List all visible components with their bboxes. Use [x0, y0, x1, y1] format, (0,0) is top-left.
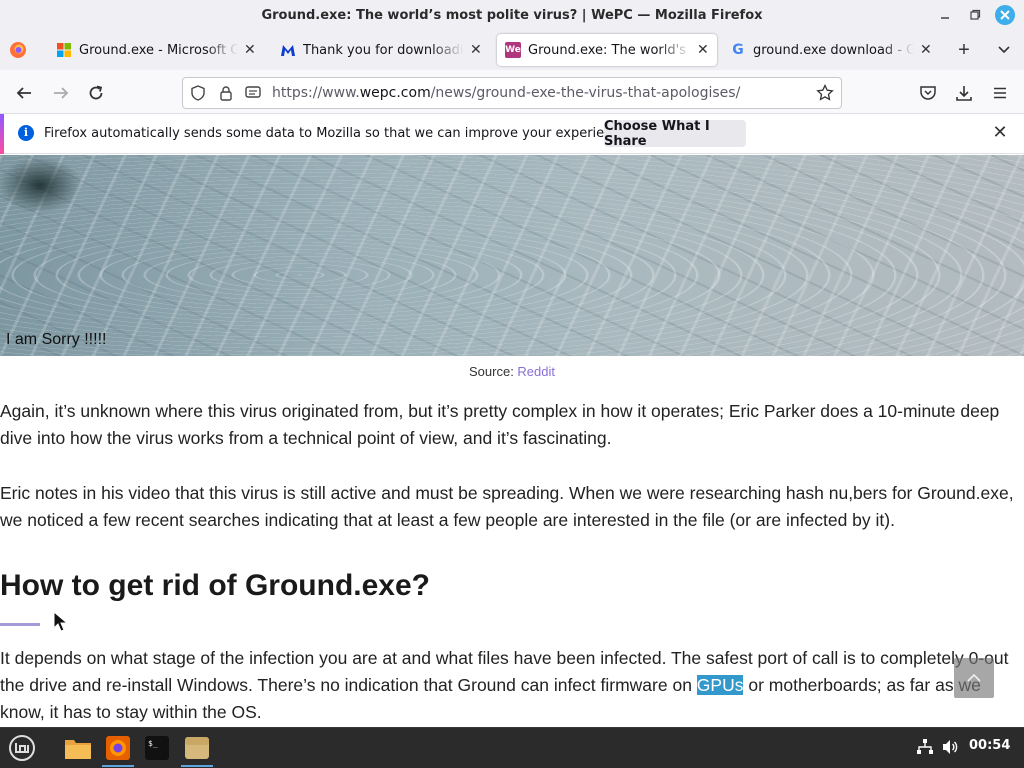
hamburger-menu-icon[interactable]: [987, 80, 1013, 106]
article-paragraph: Eric notes in his video that this virus …: [0, 483, 1014, 530]
maximize-icon[interactable]: [965, 5, 985, 25]
pocket-icon[interactable]: [915, 80, 941, 106]
article-image: I am Sorry !!!!!: [0, 155, 1024, 356]
volume-icon[interactable]: [941, 738, 959, 756]
notification-text: Firefox automatically sends some data to…: [44, 126, 632, 141]
archive-icon[interactable]: [179, 731, 215, 767]
google-icon: G: [732, 42, 744, 58]
scroll-to-top-button[interactable]: [954, 658, 994, 698]
lock-icon[interactable]: [217, 84, 235, 102]
tab-close-icon[interactable]: ✕: [244, 42, 256, 58]
network-icon[interactable]: [916, 738, 934, 756]
forward-arrow-icon[interactable]: [48, 80, 74, 106]
tab-label: Ground.exe: The world's most polite viru…: [528, 42, 691, 58]
malwarebytes-icon: [280, 42, 296, 58]
choose-what-i-share-button[interactable]: Choose What I Share: [604, 119, 746, 149]
url-prefix: https://www.: [272, 85, 360, 101]
desktop-screen: Ground.exe: The world’s most polite viru…: [0, 0, 1024, 768]
tab-label: Thank you for downloading: [303, 42, 464, 58]
tab-microsoft-community[interactable]: Ground.exe - Microsoft Community ✕: [48, 34, 264, 66]
mint-menu-icon[interactable]: [4, 731, 40, 765]
reload-icon[interactable]: [83, 80, 109, 106]
close-icon[interactable]: [995, 5, 1015, 25]
back-arrow-icon[interactable]: [11, 80, 37, 106]
image-source: Source: Reddit: [0, 364, 1024, 379]
tab-google-search[interactable]: G ground.exe download - Google Search ✕: [722, 34, 940, 66]
highlighted-text[interactable]: GPUs: [696, 675, 744, 695]
source-link[interactable]: Reddit: [517, 364, 555, 379]
window-titlebar: Ground.exe: The world’s most polite viru…: [0, 0, 1024, 30]
url-host: wepc.com: [359, 85, 431, 101]
heading-underline: [0, 623, 40, 626]
clock[interactable]: 00:54: [969, 738, 1010, 753]
chevron-down-icon[interactable]: [992, 38, 1016, 62]
downloads-icon[interactable]: [951, 80, 977, 106]
page-content: I am Sorry !!!!! Source: Reddit Again, i…: [0, 155, 1024, 726]
close-icon[interactable]: ✕: [990, 122, 1010, 142]
tab-close-icon[interactable]: ✕: [697, 42, 709, 58]
tab-thank-you-downloading[interactable]: Thank you for downloading ✕: [272, 34, 490, 66]
terminal-icon[interactable]: $_: [139, 731, 175, 765]
url-path: /news/ground-exe-the-virus-that-apologis…: [430, 85, 741, 101]
article-paragraph: Again, it’s unknown where this virus ori…: [0, 401, 1000, 448]
url-bar[interactable]: https://www.wepc.com/news/ground-exe-the…: [182, 77, 842, 109]
svg-text:$_: $_: [148, 739, 158, 748]
notification-accent: [0, 114, 4, 154]
section-heading: How to get rid of Ground.exe?: [0, 569, 430, 602]
wepc-icon: We: [505, 42, 521, 58]
tab-label: ground.exe download - Google Search: [753, 42, 914, 58]
firefox-view-icon[interactable]: [8, 40, 28, 60]
new-tab-icon[interactable]: +: [952, 38, 976, 62]
files-icon[interactable]: [60, 731, 96, 765]
microsoft-icon: [56, 42, 72, 58]
image-caption: I am Sorry !!!!!: [6, 331, 107, 348]
article-paragraph: It depends on what stage of the infectio…: [0, 645, 1024, 726]
tab-close-icon[interactable]: ✕: [920, 42, 932, 58]
tab-ground-exe-wepc[interactable]: We Ground.exe: The world's most polite v…: [497, 34, 717, 66]
page-info-icon[interactable]: [245, 84, 263, 102]
shield-icon[interactable]: [189, 84, 207, 102]
bookmark-star-icon[interactable]: [816, 84, 834, 102]
info-icon: i: [18, 125, 34, 141]
url-text[interactable]: https://www.wepc.com/news/ground-exe-the…: [272, 85, 740, 101]
source-label: Source:: [469, 364, 518, 379]
window-title: Ground.exe: The world’s most polite viru…: [261, 7, 763, 23]
tab-close-icon[interactable]: ✕: [470, 42, 482, 58]
mouse-cursor-icon: [53, 610, 69, 633]
firefox-icon[interactable]: [100, 731, 136, 767]
minimize-icon[interactable]: [935, 5, 955, 25]
tab-label: Ground.exe - Microsoft Community: [79, 42, 238, 58]
